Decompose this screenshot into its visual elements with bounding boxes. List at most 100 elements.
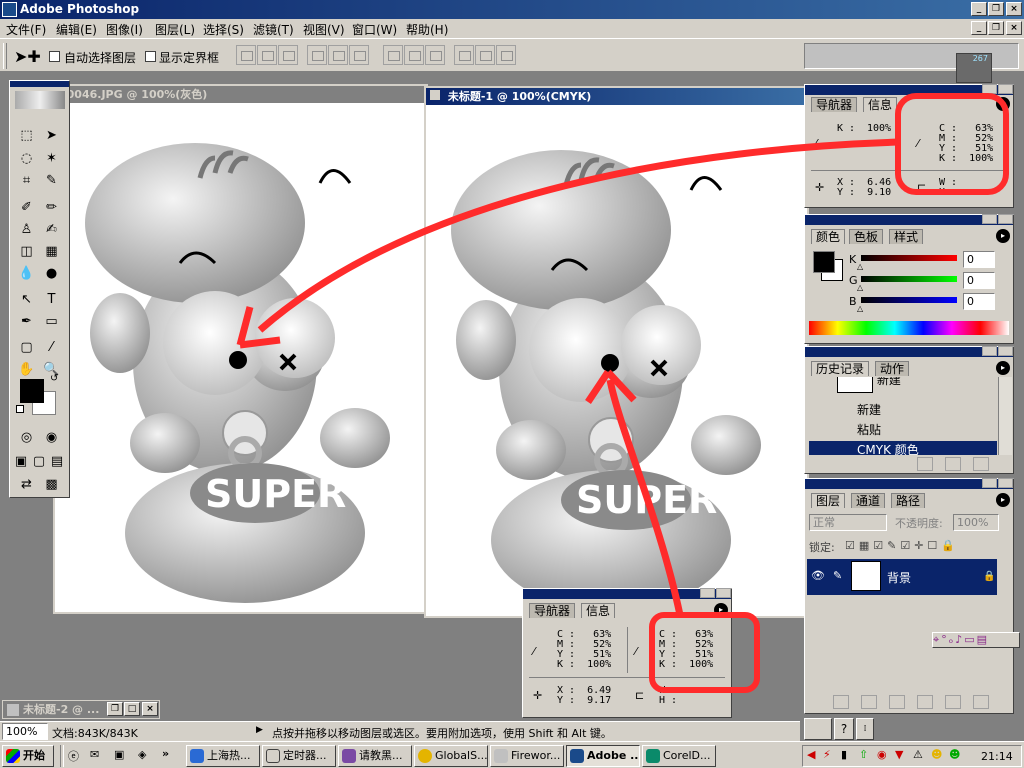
align-hcenter-button[interactable] [328, 45, 348, 65]
screen-mode-standard-icon[interactable]: ▣ [12, 451, 30, 473]
healing-brush-tool-icon[interactable]: ✐ [15, 197, 38, 219]
blur-tool-icon[interactable]: 💧 [15, 263, 38, 285]
tray-icon-3[interactable]: ⇧ [859, 748, 868, 761]
history-item-new[interactable]: 新建 [809, 401, 997, 420]
minimized-doc-window[interactable]: 未标题-2 @ ... ❐ □ × [2, 700, 160, 719]
path-select-tool-icon[interactable]: ↖ [15, 289, 38, 311]
align-vcenter-button[interactable] [257, 45, 277, 65]
color-spectrum-ramp[interactable] [809, 321, 1009, 335]
ie-quicklaunch-icon[interactable]: ⓔ [68, 748, 79, 764]
pen-tool-icon[interactable]: ✒ [15, 311, 38, 333]
lasso-tool-icon[interactable]: ◌ [15, 148, 38, 170]
menu-select[interactable]: 选择(S) [203, 21, 244, 38]
distribute-top-button[interactable] [383, 45, 403, 65]
marquee-tool-icon[interactable]: ⬚ [15, 125, 38, 147]
delete-layer-button[interactable] [973, 695, 989, 709]
slice-tool-icon[interactable]: ✎ [40, 170, 63, 192]
ime-arrow-icon[interactable]: ⁞ [856, 718, 874, 740]
taskbar-button-photoshop[interactable]: Adobe ... [566, 745, 640, 767]
menu-image[interactable]: 图像(I) [106, 21, 143, 38]
jump-to-imageready-icon[interactable]: ⇄ [15, 474, 38, 496]
align-bottom-button[interactable] [278, 45, 298, 65]
history-close-button[interactable] [998, 346, 1013, 356]
taskbar-button-4[interactable]: GlobalS... [414, 745, 488, 767]
min-doc-restore-button[interactable]: ❐ [107, 702, 123, 716]
minimize-button[interactable]: _ [971, 2, 987, 16]
align-right-button[interactable] [349, 45, 369, 65]
tab-color[interactable]: 颜色 [811, 229, 846, 244]
burn-tool-icon[interactable]: ● [40, 263, 63, 285]
desktop-quicklaunch-icon[interactable]: ▣ [114, 748, 124, 761]
document-window-cmyk[interactable]: 未标题-1 @ 100%(CMYK) SUPER [424, 86, 809, 618]
move-tool-icon[interactable]: ➤✚ [14, 47, 41, 66]
history-new-snapshot-button[interactable] [945, 457, 961, 471]
blend-mode-select[interactable]: 正常 [809, 514, 887, 531]
hand-tool-icon[interactable]: ✋ [15, 359, 38, 381]
layer-set-button[interactable] [889, 695, 905, 709]
start-button[interactable]: 开始 [2, 745, 54, 767]
screen-mode-full-icon[interactable]: ▤ [48, 451, 66, 473]
align-top-button[interactable] [236, 45, 256, 65]
tab-paths[interactable]: 路径 [891, 493, 926, 508]
color-fg-swatch[interactable] [813, 251, 835, 273]
doc-restore-button[interactable]: ❐ [988, 21, 1004, 35]
tab-navigator[interactable]: 导航器 [811, 97, 858, 112]
clock[interactable]: 21:14 [981, 750, 1013, 763]
history-minimize-button[interactable] [982, 346, 997, 356]
distribute-bottom-button[interactable] [425, 45, 445, 65]
opacity-field[interactable]: 100% [953, 514, 999, 531]
tray-icon-5[interactable]: ▼ [895, 748, 903, 761]
tab-history[interactable]: 历史记录 [811, 361, 870, 376]
app-quicklaunch-icon[interactable]: ◈ [138, 748, 146, 761]
help-icon[interactable]: ? [834, 718, 854, 740]
tray-icon-4[interactable]: ◉ [877, 748, 887, 761]
tab-navigator-bottom[interactable]: 导航器 [529, 603, 576, 618]
min-doc-maximize-button[interactable]: □ [124, 702, 140, 716]
slider-b-thumb[interactable]: △ [857, 304, 863, 313]
screen-mode-full-menu-icon[interactable]: ▢ [30, 451, 48, 473]
toolbox-logo[interactable] [15, 91, 65, 109]
color-close-button[interactable] [998, 214, 1013, 224]
distribute-hcenter-button[interactable] [475, 45, 495, 65]
brush-tool-icon[interactable]: ✏ [40, 197, 63, 219]
layers-close-button[interactable] [998, 478, 1013, 488]
info-bottom-menu-icon[interactable]: ▸ [714, 603, 728, 617]
status-arrow-icon[interactable]: ▶ [256, 725, 263, 735]
show-bounds-checkbox[interactable] [145, 51, 156, 62]
menu-window[interactable]: 窗口(W) [352, 21, 397, 38]
history-item-paste[interactable]: 粘贴 [809, 421, 997, 440]
min-doc-close-button[interactable]: × [142, 702, 158, 716]
tab-actions[interactable]: 动作 [875, 361, 910, 376]
color-menu-icon[interactable]: ▸ [996, 229, 1010, 243]
eraser-tool-icon[interactable]: ◫ [15, 241, 38, 263]
info-bottom-close-button[interactable] [716, 588, 731, 598]
taskbar-button-7[interactable]: CorelD... [642, 745, 716, 767]
tab-info[interactable]: 信息 [863, 97, 898, 112]
layer-visibility-icon[interactable]: 👁 [811, 569, 825, 582]
zoom-field[interactable]: 100% [2, 723, 48, 740]
panel-menu-icon[interactable]: ▸ [996, 97, 1010, 111]
tray-icon-2[interactable]: ▮ [841, 748, 847, 761]
rectangle-tool-icon[interactable]: ▭ [40, 311, 63, 333]
default-colors-icon[interactable] [16, 405, 24, 413]
color-r-value[interactable]: 0 [963, 251, 995, 268]
doc2-title-bar[interactable]: 未标题-1 @ 100%(CMYK) [426, 88, 807, 105]
layers-minimize-button[interactable] [982, 478, 997, 488]
slider-r-track[interactable] [861, 255, 957, 261]
doc-close-button[interactable]: × [1006, 21, 1022, 35]
volume-icon[interactable]: ◀ [807, 748, 815, 761]
slider-g-track[interactable] [861, 276, 957, 282]
layer-row-background[interactable]: 👁 ✎ 背景 🔒 [807, 559, 997, 595]
restore-button[interactable]: ❐ [988, 2, 1004, 16]
keyboard-icon[interactable] [804, 718, 832, 740]
menu-layer[interactable]: 图层(L) [155, 21, 195, 38]
doc-size[interactable]: 文档:843K/843K [52, 725, 138, 741]
history-brush-tool-icon[interactable]: ✍ [40, 219, 63, 241]
tray-icon-7[interactable]: ☻ [931, 748, 942, 761]
doc1-title-bar[interactable]: 10046.JPG @ 100%(灰色) [55, 86, 426, 103]
tab-styles[interactable]: 样式 [889, 229, 924, 244]
taskbar-button-5[interactable]: Firewor... [490, 745, 564, 767]
menu-filter[interactable]: 滤镜(T) [253, 21, 294, 38]
imageready-icon[interactable]: ▩ [40, 474, 63, 496]
tab-swatches[interactable]: 色板 [849, 229, 884, 244]
